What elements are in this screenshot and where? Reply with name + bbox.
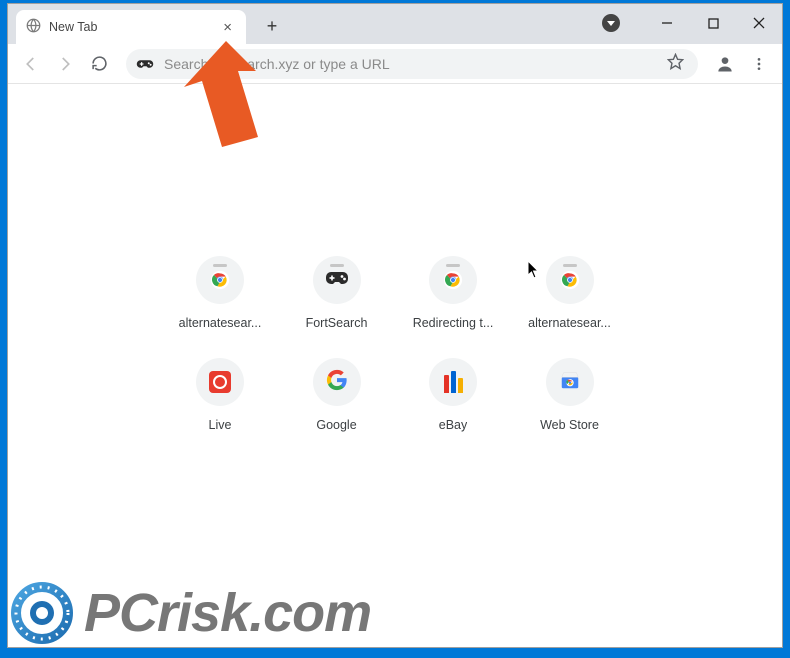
gamepad-icon <box>325 269 349 292</box>
shortcut-label: Google <box>316 418 356 432</box>
new-tab-button[interactable]: + <box>258 12 286 40</box>
chrome-icon <box>443 270 463 290</box>
globe-icon <box>26 18 41 36</box>
shortcut-label: FortSearch <box>306 316 368 330</box>
shortcut-icon <box>546 358 594 406</box>
close-window-button[interactable] <box>736 6 782 40</box>
shortcut-icon <box>313 358 361 406</box>
live-icon <box>209 371 231 393</box>
shortcut-tile[interactable]: eBay <box>398 358 508 432</box>
address-bar[interactable] <box>126 49 698 79</box>
menu-button[interactable] <box>744 49 774 79</box>
shortcut-label: Live <box>209 418 232 432</box>
profile-button[interactable] <box>710 49 740 79</box>
webstore-icon <box>559 369 581 396</box>
shortcut-tile[interactable]: Redirecting t... <box>398 256 508 330</box>
shortcut-label: Web Store <box>540 418 599 432</box>
shortcut-label: Redirecting t... <box>413 316 494 330</box>
shortcut-icon <box>313 256 361 304</box>
shortcut-tile[interactable]: FortSearch <box>282 256 392 330</box>
shortcut-icon <box>429 256 477 304</box>
chrome-icon <box>210 270 230 290</box>
toolbar <box>8 44 782 84</box>
minimize-button[interactable] <box>644 6 690 40</box>
shortcut-label: alternatesear... <box>179 316 262 330</box>
forward-button[interactable] <box>50 49 80 79</box>
new-tab-page: alternatesear... FortSearch <box>8 84 782 647</box>
shortcut-label: eBay <box>439 418 468 432</box>
browser-window: New Tab × + <box>7 3 783 648</box>
shortcut-tile[interactable]: Google <box>282 358 392 432</box>
reload-button[interactable] <box>84 49 114 79</box>
shortcut-icon <box>546 256 594 304</box>
url-input[interactable] <box>164 56 663 72</box>
google-icon <box>326 369 348 396</box>
shortcut-label: alternatesear... <box>528 316 611 330</box>
back-button[interactable] <box>16 49 46 79</box>
browser-tab[interactable]: New Tab × <box>16 10 246 44</box>
chrome-icon <box>560 270 580 290</box>
shortcut-tile[interactable]: alternatesear... <box>165 256 275 330</box>
shortcut-icon <box>196 358 244 406</box>
titlebar: New Tab × + <box>8 4 782 44</box>
shortcut-icon <box>429 358 477 406</box>
tab-title: New Tab <box>49 20 97 34</box>
maximize-button[interactable] <box>690 6 736 40</box>
search-engine-badge-icon[interactable] <box>602 14 620 32</box>
close-tab-button[interactable]: × <box>219 17 236 38</box>
shortcut-icon <box>196 256 244 304</box>
shortcut-tile[interactable]: Live <box>165 358 275 432</box>
shortcut-tile[interactable]: alternatesear... <box>515 256 625 330</box>
ebay-icon <box>442 371 464 393</box>
shortcuts-grid: alternatesear... FortSearch <box>165 256 625 432</box>
window-controls <box>602 4 782 42</box>
shortcut-tile[interactable]: Web Store <box>515 358 625 432</box>
search-engine-icon <box>136 57 154 71</box>
bookmark-star-icon[interactable] <box>663 53 688 75</box>
